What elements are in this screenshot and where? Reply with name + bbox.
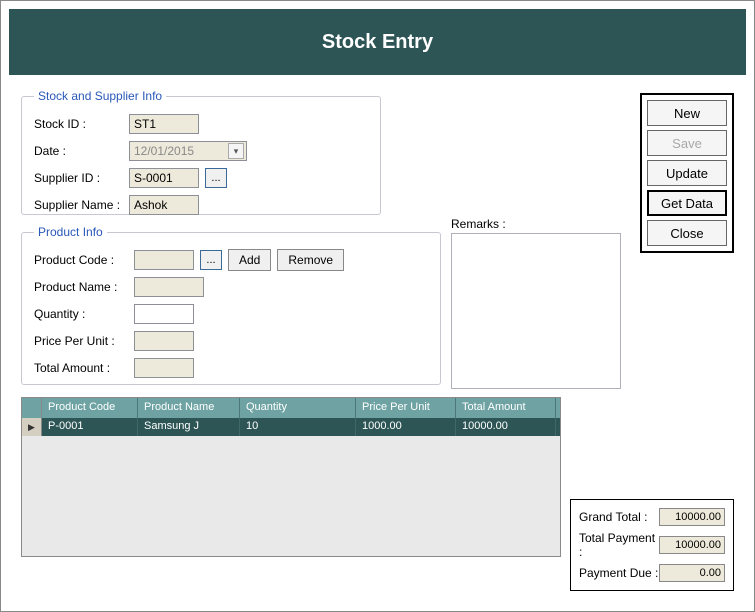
page-title: Stock Entry (322, 31, 433, 54)
product-info-fieldset: Product Info Product Code : ... Add Remo… (21, 225, 441, 385)
header: Stock Entry (9, 9, 746, 75)
totals-panel: Grand Total : Total Payment : Payment Du… (570, 499, 734, 591)
grand-total-input (659, 508, 725, 526)
payment-due-label: Payment Due : (579, 566, 658, 580)
product-grid[interactable]: Product Code Product Name Quantity Price… (21, 397, 561, 557)
row-indicator-icon: ▶ (22, 418, 42, 436)
remarks-textarea[interactable] (451, 233, 621, 389)
stock-id-label: Stock ID : (34, 117, 129, 131)
total-payment-label: Total Payment : (579, 531, 659, 559)
supplier-id-label: Supplier ID : (34, 171, 129, 185)
product-info-legend: Product Info (34, 225, 107, 239)
get-data-button[interactable]: Get Data (647, 190, 727, 216)
supplier-id-input[interactable] (129, 168, 199, 188)
supplier-name-input (129, 195, 199, 215)
new-button[interactable]: New (647, 100, 727, 126)
save-button[interactable]: Save (647, 130, 727, 156)
cell-total[interactable]: 10000.00 (456, 418, 556, 436)
grid-corner (22, 398, 42, 418)
col-header-qty[interactable]: Quantity (240, 398, 356, 418)
add-button[interactable]: Add (228, 249, 271, 271)
stock-entry-window: Stock Entry Stock and Supplier Info Stoc… (0, 0, 755, 612)
product-code-input[interactable] (134, 250, 194, 270)
total-amount-input (134, 358, 194, 378)
price-input[interactable] (134, 331, 194, 351)
stock-supplier-fieldset: Stock and Supplier Info Stock ID : Date … (21, 89, 381, 215)
payment-due-input (659, 564, 725, 582)
product-lookup-button[interactable]: ... (200, 250, 222, 270)
close-button[interactable]: Close (647, 220, 727, 246)
product-code-label: Product Code : (34, 253, 134, 267)
cell-name[interactable]: Samsung J (138, 418, 240, 436)
date-label: Date : (34, 144, 129, 158)
col-header-code[interactable]: Product Code (42, 398, 138, 418)
content-area: Stock and Supplier Info Stock ID : Date … (9, 81, 746, 603)
supplier-lookup-button[interactable]: ... (205, 168, 227, 188)
remarks-label: Remarks : (451, 217, 621, 231)
remove-button[interactable]: Remove (277, 249, 344, 271)
stock-supplier-legend: Stock and Supplier Info (34, 89, 166, 103)
stock-id-input[interactable] (129, 114, 199, 134)
total-payment-input[interactable] (659, 536, 725, 554)
cell-code[interactable]: P-0001 (42, 418, 138, 436)
total-amount-label: Total Amount : (34, 361, 134, 375)
supplier-name-label: Supplier Name : (34, 198, 129, 212)
cell-price[interactable]: 1000.00 (356, 418, 456, 436)
table-row[interactable]: ▶ P-0001 Samsung J 10 1000.00 10000.00 (22, 418, 560, 436)
grid-body: ▶ P-0001 Samsung J 10 1000.00 10000.00 (22, 418, 560, 436)
quantity-input[interactable] (134, 304, 194, 324)
grand-total-label: Grand Total : (579, 510, 647, 524)
col-header-price[interactable]: Price Per Unit (356, 398, 456, 418)
col-header-name[interactable]: Product Name (138, 398, 240, 418)
col-header-total[interactable]: Total Amount (456, 398, 556, 418)
grid-header-row: Product Code Product Name Quantity Price… (22, 398, 560, 418)
price-label: Price Per Unit : (34, 334, 134, 348)
product-name-label: Product Name : (34, 280, 134, 294)
date-picker[interactable]: 12/01/2015 ▾ (129, 141, 247, 161)
update-button[interactable]: Update (647, 160, 727, 186)
remarks-section: Remarks : (451, 217, 621, 394)
quantity-label: Quantity : (34, 307, 134, 321)
action-panel: New Save Update Get Data Close (640, 93, 734, 253)
cell-qty[interactable]: 10 (240, 418, 356, 436)
chevron-down-icon[interactable]: ▾ (228, 143, 244, 159)
product-name-input (134, 277, 204, 297)
date-value: 12/01/2015 (134, 144, 194, 158)
